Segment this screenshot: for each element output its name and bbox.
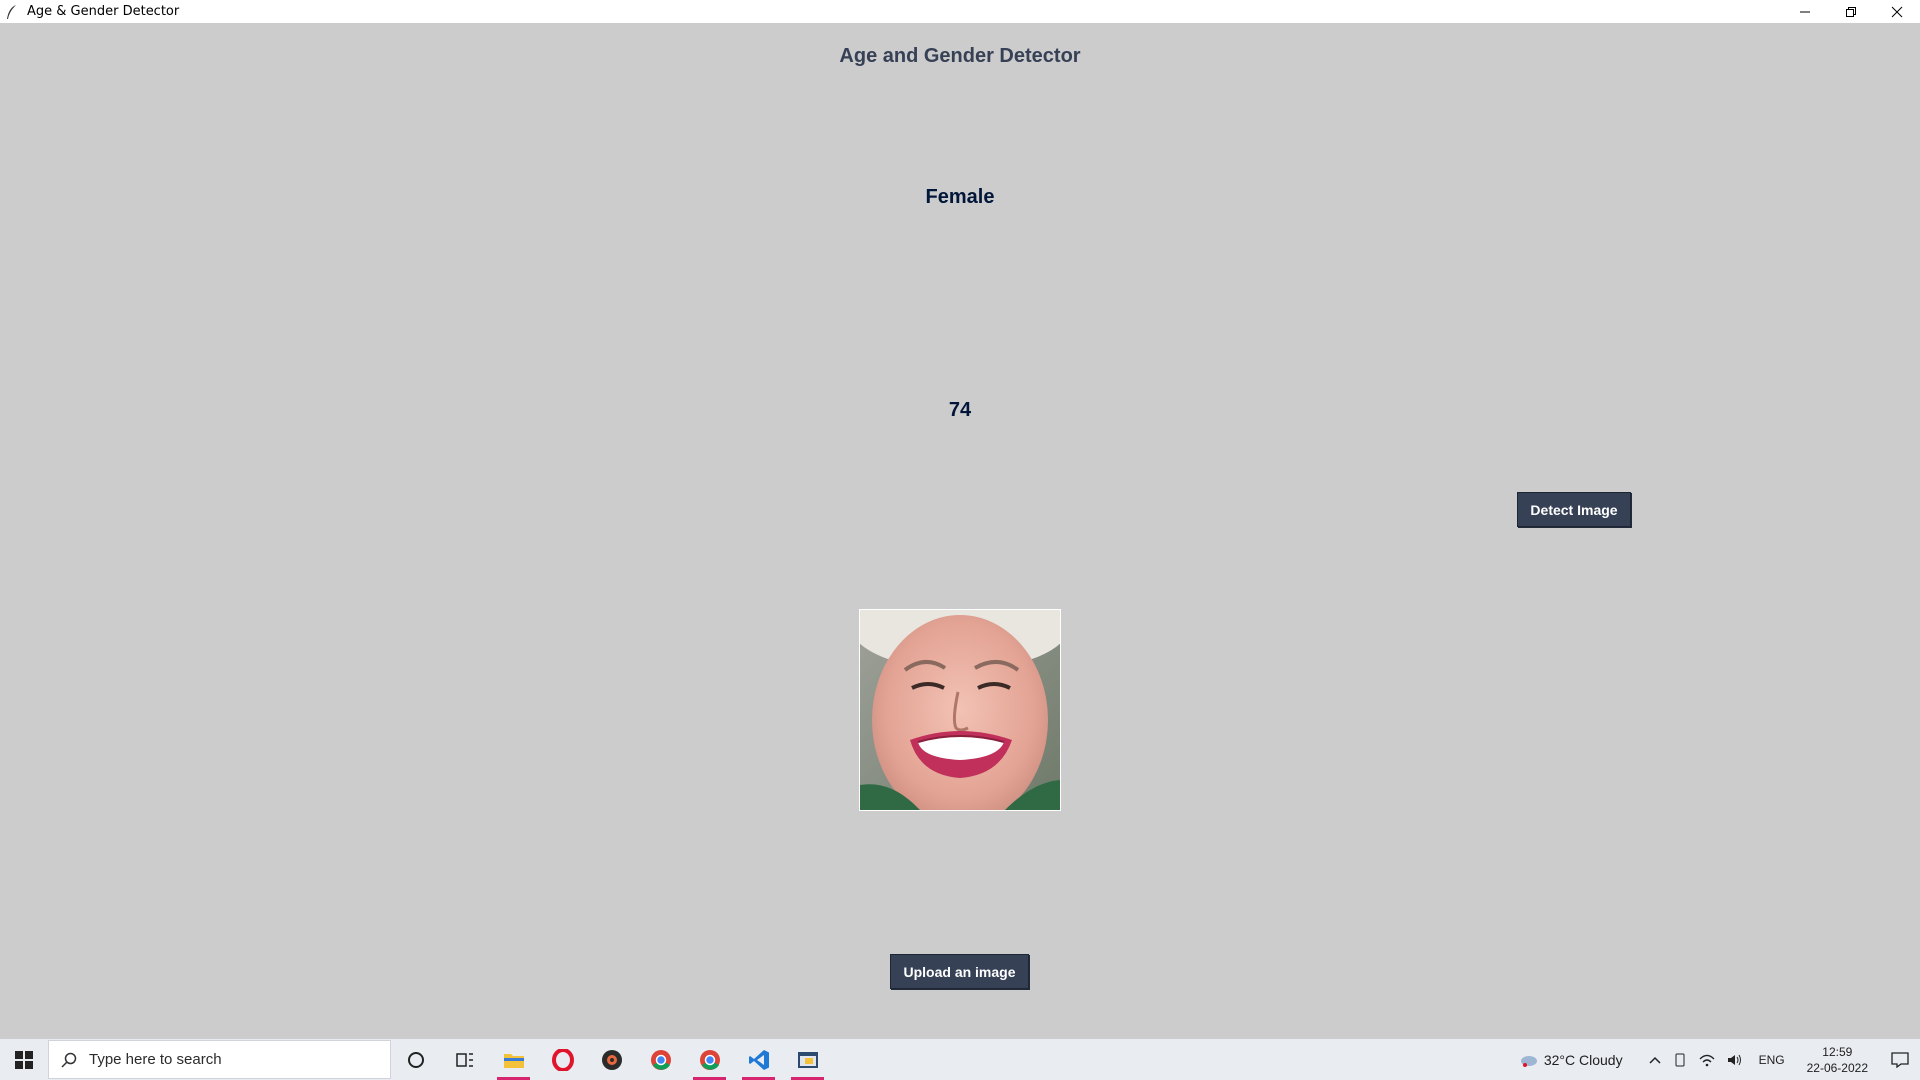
taskbar-file-explorer[interactable] (489, 1039, 538, 1080)
search-placeholder: Type here to search (89, 1051, 222, 1068)
upload-image-button[interactable]: Upload an image (890, 954, 1029, 989)
clock-date: 22-06-2022 (1806, 1060, 1868, 1075)
cortana-button[interactable] (391, 1039, 440, 1080)
clock-time: 12:59 (1822, 1044, 1853, 1059)
face-photo-graphic (860, 610, 1060, 810)
tray-network[interactable] (1699, 1053, 1715, 1067)
vscode-icon (748, 1049, 769, 1070)
media-player-icon (601, 1049, 622, 1070)
minimize-icon (1800, 11, 1810, 12)
detect-image-button[interactable]: Detect Image (1517, 492, 1631, 527)
folder-icon (503, 1053, 524, 1068)
speaker-icon (1727, 1054, 1741, 1065)
notification-icon (1891, 1051, 1909, 1068)
restore-button[interactable] (1828, 0, 1874, 23)
windows-taskbar: Type here to search 32°C Cloudy ENG 12:5… (0, 1039, 1920, 1080)
chevron-up-icon (1649, 1056, 1661, 1064)
windows-logo-icon (15, 1050, 33, 1069)
window-controls (1782, 0, 1920, 23)
minimize-button[interactable] (1782, 0, 1828, 23)
device-icon (1675, 1053, 1685, 1066)
uploaded-face-image (859, 609, 1061, 811)
taskbar-search-box[interactable]: Type here to search (48, 1040, 391, 1079)
taskbar-opera[interactable] (538, 1039, 587, 1080)
close-button[interactable] (1874, 0, 1920, 23)
chrome-profile-icon (699, 1049, 720, 1070)
cloud-weather-icon (1520, 1055, 1537, 1067)
cortana-circle-icon (407, 1051, 424, 1068)
close-icon (1891, 6, 1903, 17)
search-icon (61, 1052, 77, 1068)
show-hidden-icons-button[interactable] (1649, 1055, 1661, 1065)
tray-volume[interactable] (1727, 1053, 1743, 1067)
window-title: Age & Gender Detector (27, 4, 180, 19)
app-heading: Age and Gender Detector (839, 45, 1081, 67)
opera-icon (551, 1048, 574, 1071)
start-button[interactable] (0, 1039, 48, 1080)
app-window: Age and Gender Detector Female 74 Detect… (0, 23, 1920, 1039)
taskbar-vscode[interactable] (734, 1039, 783, 1080)
weather-text: 32°C Cloudy (1543, 1051, 1623, 1068)
chrome-icon (650, 1049, 671, 1070)
gender-result-label: Female (925, 186, 995, 208)
notification-center-button[interactable] (1880, 1039, 1920, 1080)
tray-device-icon[interactable] (1673, 1053, 1687, 1067)
feather-app-icon (7, 4, 16, 19)
restore-icon (1846, 6, 1856, 17)
task-view-button[interactable] (440, 1039, 489, 1080)
python-app-icon (797, 1051, 818, 1068)
taskbar-python-app[interactable] (783, 1039, 832, 1080)
taskbar-clock[interactable]: 12:59 22-06-2022 (1807, 1044, 1868, 1076)
system-tray: 32°C Cloudy ENG 12:59 22-06-2022 (1512, 1039, 1920, 1080)
age-result-label: 74 (948, 399, 972, 421)
taskbar-media-player[interactable] (587, 1039, 636, 1080)
weather-widget[interactable]: 32°C Cloudy (1518, 1052, 1637, 1068)
taskbar-chrome-profile[interactable] (685, 1039, 734, 1080)
task-view-icon (455, 1052, 473, 1067)
taskbar-chrome[interactable] (636, 1039, 685, 1080)
title-bar: Age & Gender Detector (0, 0, 1920, 23)
input-language[interactable]: ENG (1759, 1053, 1785, 1067)
wifi-icon (1699, 1054, 1715, 1066)
